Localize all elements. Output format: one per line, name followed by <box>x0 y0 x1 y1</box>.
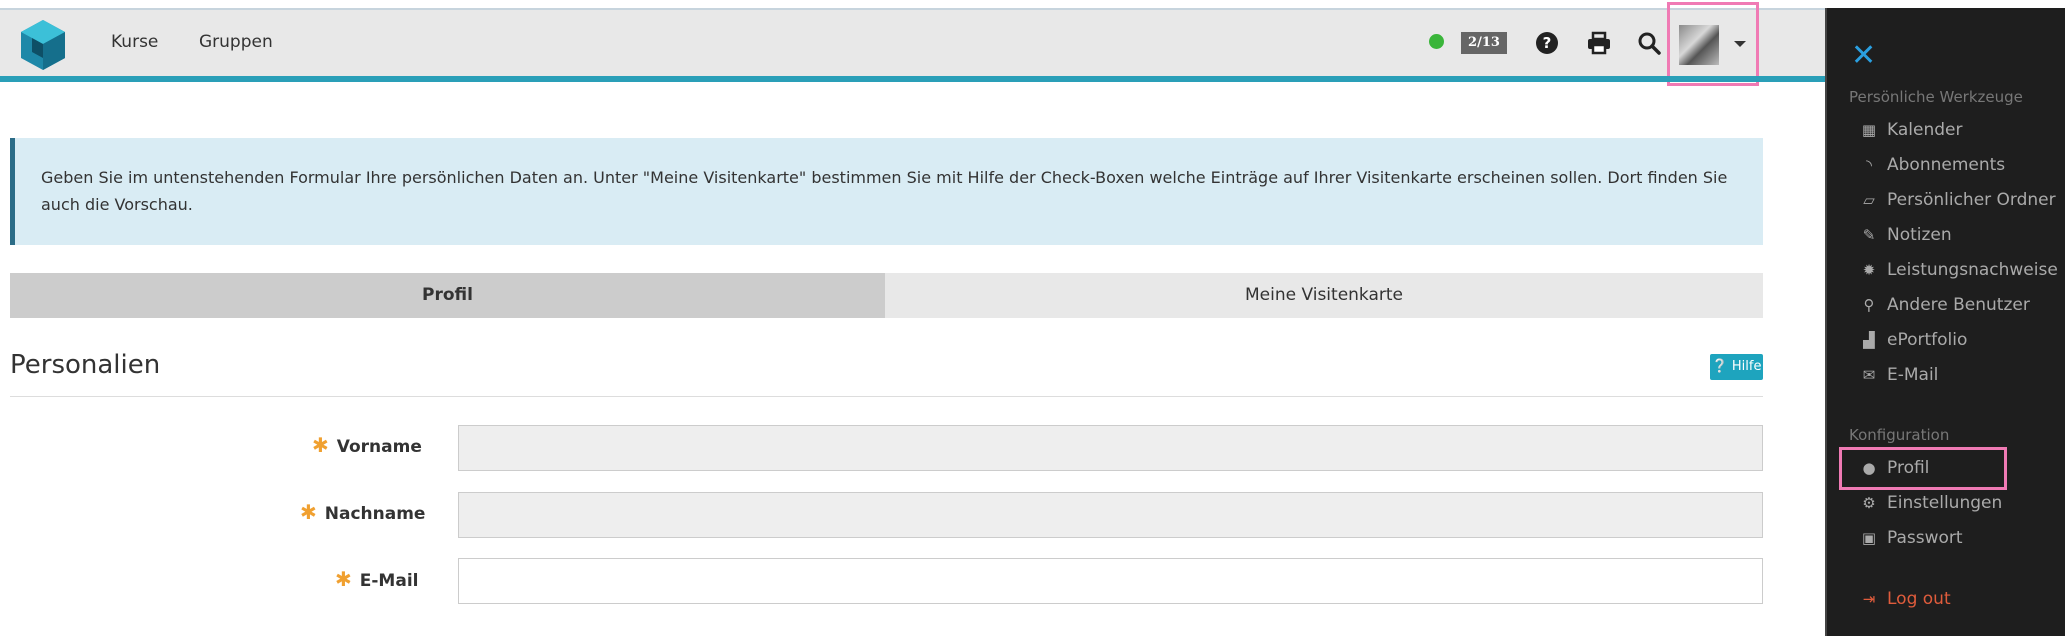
nav-kurse[interactable]: Kurse <box>111 32 158 52</box>
personal-tools-sidebar: ✕ Persönliche Werkzeuge ▦ Kalender ◝ Abonn… <box>1825 8 2065 636</box>
sidebar-item-ordner[interactable]: ▱ Persönlicher Ordner <box>1859 185 2056 215</box>
sidebar-item-label: Abonnements <box>1887 155 2006 175</box>
nachname-label-text: Nachname <box>324 504 426 524</box>
required-asterisk-icon: ✱ <box>335 567 352 591</box>
calendar-icon: ▦ <box>1861 121 1877 139</box>
sidebar-item-andere-benutzer[interactable]: ⚲ Andere Benutzer <box>1859 290 2030 320</box>
app-logo[interactable] <box>18 18 68 72</box>
email-field[interactable] <box>458 558 1763 604</box>
sidebar-item-logout[interactable]: ⇥ Log out <box>1859 584 1951 614</box>
sidebar-item-label: Einstellungen <box>1887 493 2003 513</box>
profile-tabs: Profil Meine Visitenkarte <box>10 273 1763 318</box>
sidebar-item-einstellungen[interactable]: ⚙ Einstellungen <box>1859 488 2002 518</box>
sidebar-item-label: Kalender <box>1887 120 1963 140</box>
print-icon[interactable] <box>1586 30 1612 56</box>
vorname-label-text: Vorname <box>336 437 422 457</box>
sidebar-item-leistungsnachweise[interactable]: ✹ Leistungsnachweise <box>1859 255 2058 285</box>
search-icon[interactable] <box>1636 30 1662 56</box>
envelope-icon: ✉ <box>1862 366 1876 384</box>
lock-icon: ▣ <box>1861 529 1877 547</box>
email-label-text: E-Mail <box>359 571 419 591</box>
nachname-field[interactable] <box>458 492 1763 538</box>
rss-icon: ◝ <box>1866 156 1872 174</box>
sidebar-item-label: Andere Benutzer <box>1887 295 2030 315</box>
vorname-field[interactable] <box>458 425 1763 471</box>
sidebar-item-label: Leistungsnachweise <box>1887 260 2058 280</box>
sidebar-item-label: Profil <box>1887 458 1930 478</box>
sidebar-heading-tools: Persönliche Werkzeuge <box>1849 88 2023 106</box>
sidebar-item-label: Log out <box>1887 589 1951 609</box>
help-button[interactable]: ❔ Hilfe <box>1710 354 1763 380</box>
sidebar-item-label: Notizen <box>1887 225 1952 245</box>
sign-out-icon: ⇥ <box>1862 590 1876 608</box>
help-icon[interactable]: ? <box>1534 30 1560 56</box>
sidebar-item-label: ePortfolio <box>1887 330 1968 350</box>
online-counter-badge[interactable]: 2/13 <box>1461 32 1507 54</box>
puzzle-icon: ▟ <box>1863 331 1875 349</box>
sidebar-item-label: E-Mail <box>1887 365 1939 385</box>
nav-gruppen[interactable]: Gruppen <box>199 32 273 52</box>
info-message: Geben Sie im untenstehenden Formular Ihr… <box>10 138 1763 245</box>
email-label: ✱ E-Mail <box>335 567 418 591</box>
folder-open-icon: ▱ <box>1863 191 1875 209</box>
sidebar-item-eportfolio[interactable]: ▟ ePortfolio <box>1859 325 1967 355</box>
user-icon: ● <box>1862 459 1876 477</box>
top-navbar: Kurse Gruppen 2/13 ? <box>0 2 1825 86</box>
vorname-label: ✱ Vorname <box>312 433 422 457</box>
navbar-accent-line <box>0 76 1825 82</box>
online-status-dot <box>1429 34 1444 49</box>
avatar[interactable] <box>1679 25 1719 65</box>
sidebar-item-kalender[interactable]: ▦ Kalender <box>1859 115 1963 145</box>
sidebar-heading-config: Konfiguration <box>1849 426 1950 444</box>
caret-down-icon[interactable] <box>1734 41 1746 47</box>
user-menu-toggle[interactable] <box>1667 2 1759 86</box>
tab-profil[interactable]: Profil <box>10 273 885 318</box>
section-divider <box>10 396 1763 397</box>
required-asterisk-icon: ✱ <box>312 433 329 457</box>
required-asterisk-icon: ✱ <box>300 500 317 524</box>
section-title: Personalien <box>10 350 161 380</box>
sidebar-item-passwort[interactable]: ▣ Passwort <box>1859 523 1963 553</box>
svg-text:?: ? <box>1543 34 1552 52</box>
sidebar-item-notizen[interactable]: ✎ Notizen <box>1859 220 1952 250</box>
cogs-icon: ⚙ <box>1862 494 1876 512</box>
question-circle-icon: ❔ <box>1711 359 1728 374</box>
sidebar-item-abonnements[interactable]: ◝ Abonnements <box>1859 150 2005 180</box>
sidebar-item-label: Passwort <box>1887 528 1963 548</box>
nachname-label: ✱ Nachname <box>300 500 425 524</box>
sidebar-item-label: Persönlicher Ordner <box>1887 190 2056 210</box>
main-area: Kurse Gruppen 2/13 ? Geben Sie im untens… <box>0 0 1825 636</box>
search-icon: ⚲ <box>1863 296 1875 314</box>
tab-meine-visitenkarte[interactable]: Meine Visitenkarte <box>885 273 1763 318</box>
help-button-label: Hilfe <box>1731 359 1762 374</box>
pencil-icon: ✎ <box>1862 226 1876 244</box>
sidebar-item-email[interactable]: ✉ E-Mail <box>1859 360 1939 390</box>
certificate-icon: ✹ <box>1862 261 1876 279</box>
sidebar-item-profil[interactable]: ● Profil <box>1859 453 1929 483</box>
close-icon[interactable]: ✕ <box>1851 38 1876 73</box>
